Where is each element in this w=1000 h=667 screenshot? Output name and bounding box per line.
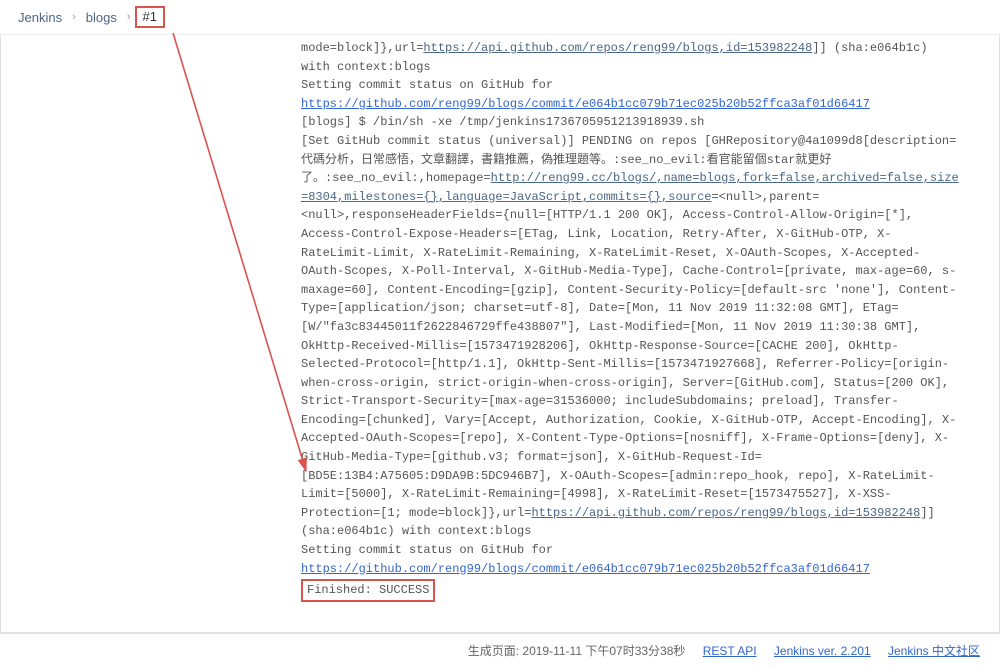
console-link[interactable]: https://github.com/reng99/blogs/commit/e… xyxy=(301,562,870,576)
console-output: mode=block]},url=https://api.github.com/… xyxy=(1,35,999,632)
console-text: Setting commit status on GitHub for xyxy=(301,78,553,92)
breadcrumb-blogs[interactable]: blogs xyxy=(80,8,123,27)
console-text: Setting commit status on GitHub for xyxy=(301,543,553,557)
breadcrumb-jenkins[interactable]: Jenkins xyxy=(12,8,68,27)
console-text: mode=block]},url= xyxy=(301,41,423,55)
console-link[interactable]: https://github.com/reng99/blogs/commit/e… xyxy=(301,97,870,111)
footer-rest-api-link[interactable]: REST API xyxy=(703,644,757,658)
console-link[interactable]: https://api.github.com/repos/reng99/blog… xyxy=(423,41,812,55)
breadcrumb: Jenkins › blogs › #1 xyxy=(0,0,1000,35)
page-footer: 生成页面: 2019-11-11 下午07时33分38秒 REST API Je… xyxy=(0,633,1000,667)
footer-version-link[interactable]: Jenkins ver. 2.201 xyxy=(774,644,871,658)
build-result: Finished: SUCCESS xyxy=(301,579,435,602)
footer-gen-time: 2019-11-11 下午07时33分38秒 xyxy=(522,644,685,658)
console-text: [blogs] $ /bin/sh -xe /tmp/jenkins173670… xyxy=(301,115,704,129)
breadcrumb-build-number[interactable]: #1 xyxy=(135,6,165,28)
footer-cn-community-link[interactable]: Jenkins 中文社区 xyxy=(888,644,980,658)
main-content: mode=block]},url=https://api.github.com/… xyxy=(0,35,1000,633)
console-text: =<null>,parent=<null>,responseHeaderFiel… xyxy=(301,190,956,520)
chevron-right-icon: › xyxy=(72,11,76,23)
chevron-right-icon: › xyxy=(127,11,131,23)
footer-gen-label: 生成页面: xyxy=(468,644,519,658)
